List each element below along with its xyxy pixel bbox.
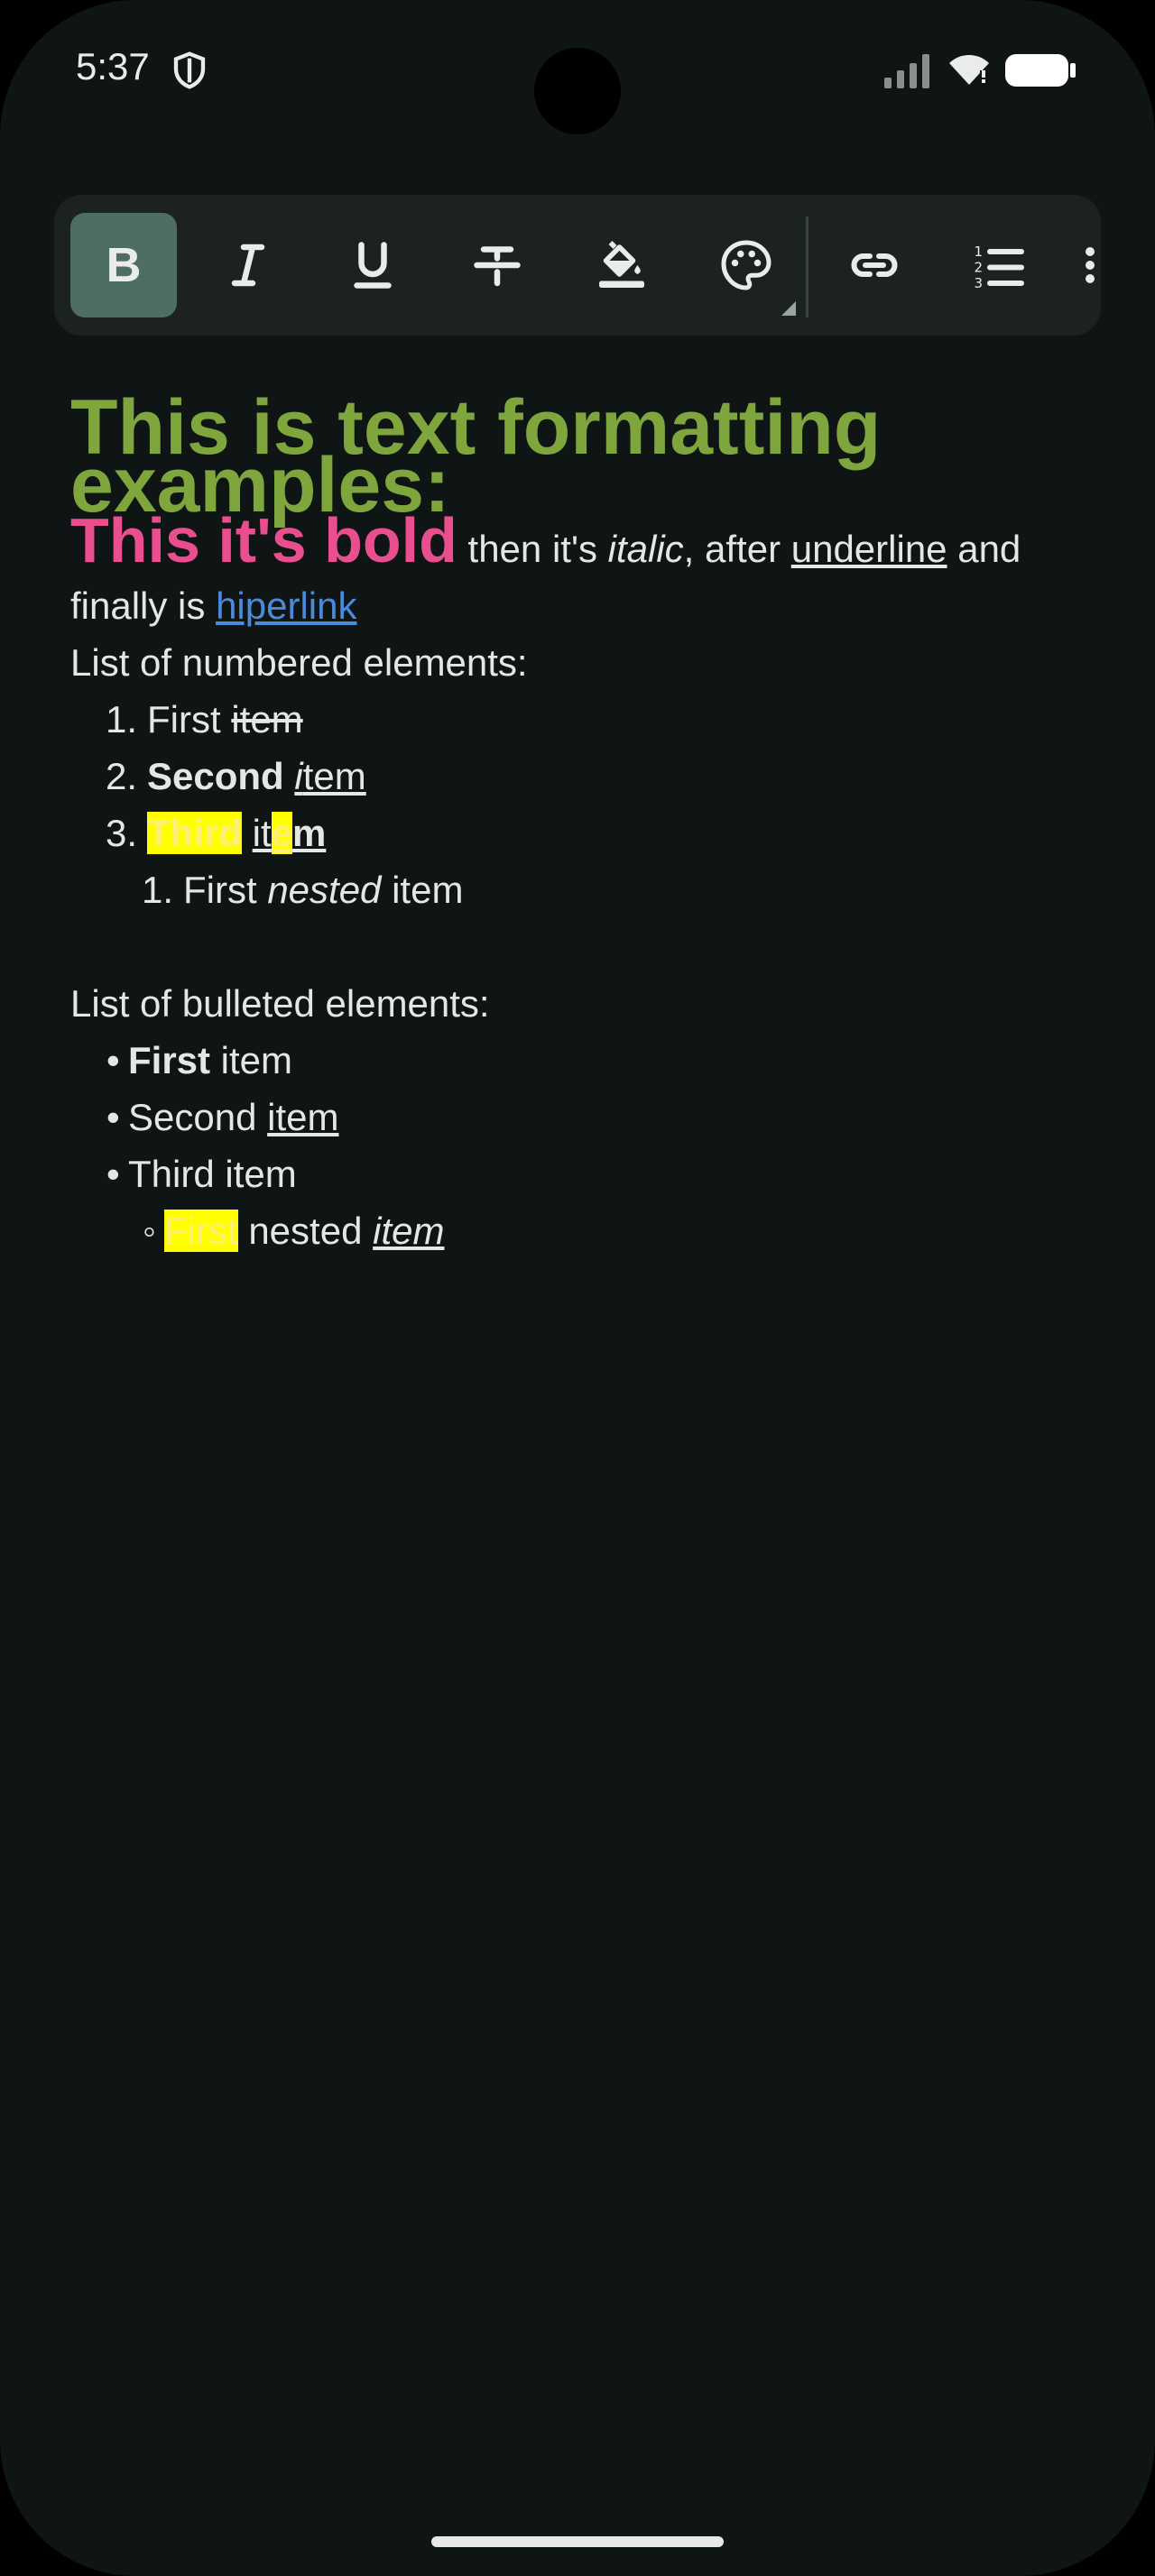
shield-icon [173,51,206,89]
link-icon [851,253,898,277]
svg-text:1: 1 [975,244,984,260]
home-indicator[interactable] [431,2536,724,2547]
italic-text: nested [267,869,382,911]
bold-text: First [128,1039,211,1081]
list-number: 1. [142,869,174,911]
text-run: then it's [457,528,608,570]
formatting-toolbar: B 1 2 3 [54,195,1101,336]
cellular-signal-icon [884,54,929,88]
underline-button[interactable] [319,213,426,317]
text-run: nested [237,1210,374,1252]
bullet: • [106,1039,120,1081]
status-bar: 5:37 [0,0,1155,144]
paragraph-line-2: finally is hiperlink [70,577,1099,634]
text-run: Third item [128,1153,297,1195]
dropdown-corner-icon [781,301,796,316]
bullet: • [106,1096,120,1138]
bold-text: Second [147,755,284,797]
italic-underline-text: i [294,755,303,797]
italic-text: italic [607,528,684,570]
strikethrough-text: item [231,698,303,741]
bold-text: This it's bold [70,505,457,575]
text-color-button[interactable] [693,213,799,317]
battery-icon [1005,54,1076,87]
paint-bucket-icon [599,241,644,288]
list-number: 3. [106,812,138,854]
bold-icon: B [106,238,142,292]
toolbar-divider [806,216,808,317]
text-run [242,812,253,854]
status-time: 5:37 [76,45,150,87]
rich-text-editor[interactable]: This is text formatting examples: This i… [70,389,1099,1259]
list-item: • Second item [106,1089,1099,1145]
nested-list-item: 1. First nested item [142,861,1099,918]
list-item: 2. Second item [106,748,1099,805]
text-run: and [947,528,1021,570]
phone-screen: 5:37 B 1 2 3 This is text formatting exa… [0,0,1155,2576]
text-run: item [210,1039,293,1081]
highlight-color-button[interactable] [568,213,675,317]
strikethrough-icon [474,246,521,287]
bold-underline-text: m [292,812,327,854]
svg-text:3: 3 [975,275,984,291]
text-run [284,755,295,797]
list-item: • First item [106,1032,1099,1089]
link-button[interactable] [821,213,928,317]
bold-button[interactable]: B [70,213,177,317]
italic-icon [231,244,265,287]
front-camera [534,48,621,134]
hyperlink[interactable]: hiperlink [216,584,356,627]
text-run: item [381,869,464,911]
sub-bullet: ◦ [143,1210,156,1252]
list-item: 3. Third item [106,805,1099,861]
text-run: First [183,869,268,911]
more-icon [1086,247,1095,283]
underline-icon [354,242,392,289]
underline-text: it [252,812,272,854]
numbered-list-heading: List of numbered elements: [70,641,528,684]
numbered-list: 1. First item 2. Second item 3. Third it… [70,691,1099,918]
numbered-list-icon: 1 2 3 [975,244,1024,291]
list-item: • Third item [106,1145,1099,1202]
text-run: First [147,698,232,741]
wifi-icon [949,55,989,85]
numbered-list-button[interactable]: 1 2 3 [946,213,1052,317]
palette-icon [721,240,772,290]
text-run: Second [128,1096,268,1138]
highlighted-bold-text: Third [147,812,242,854]
heading: This is text formatting examples: [70,389,1099,524]
nested-list-item: ◦ First nested item [128,1202,1099,1259]
bullet: • [106,1153,120,1195]
text-run: , after [683,528,791,570]
strikethrough-button[interactable] [444,213,550,317]
underline-text: underline [790,528,947,570]
text-run: finally is [70,584,217,627]
list-number: 1. [106,698,138,741]
italic-underline-text: item [373,1210,445,1252]
bulleted-list-heading: List of bulleted elements: [70,982,490,1025]
underline-text: item [267,1096,339,1138]
highlighted-bold-text: e [271,812,293,854]
svg-text:2: 2 [975,260,984,276]
underline-text: tem [302,755,366,797]
italic-button[interactable] [195,213,301,317]
highlighted-text: First [164,1210,238,1252]
formatted-paragraph: This it's bold then it's italic, after u… [70,509,1099,577]
more-button[interactable] [1070,213,1101,317]
list-number: 2. [106,755,138,797]
list-item: 1. First item [106,691,1099,748]
bulleted-list: • First item • Second item • Third item … [70,1032,1099,1259]
